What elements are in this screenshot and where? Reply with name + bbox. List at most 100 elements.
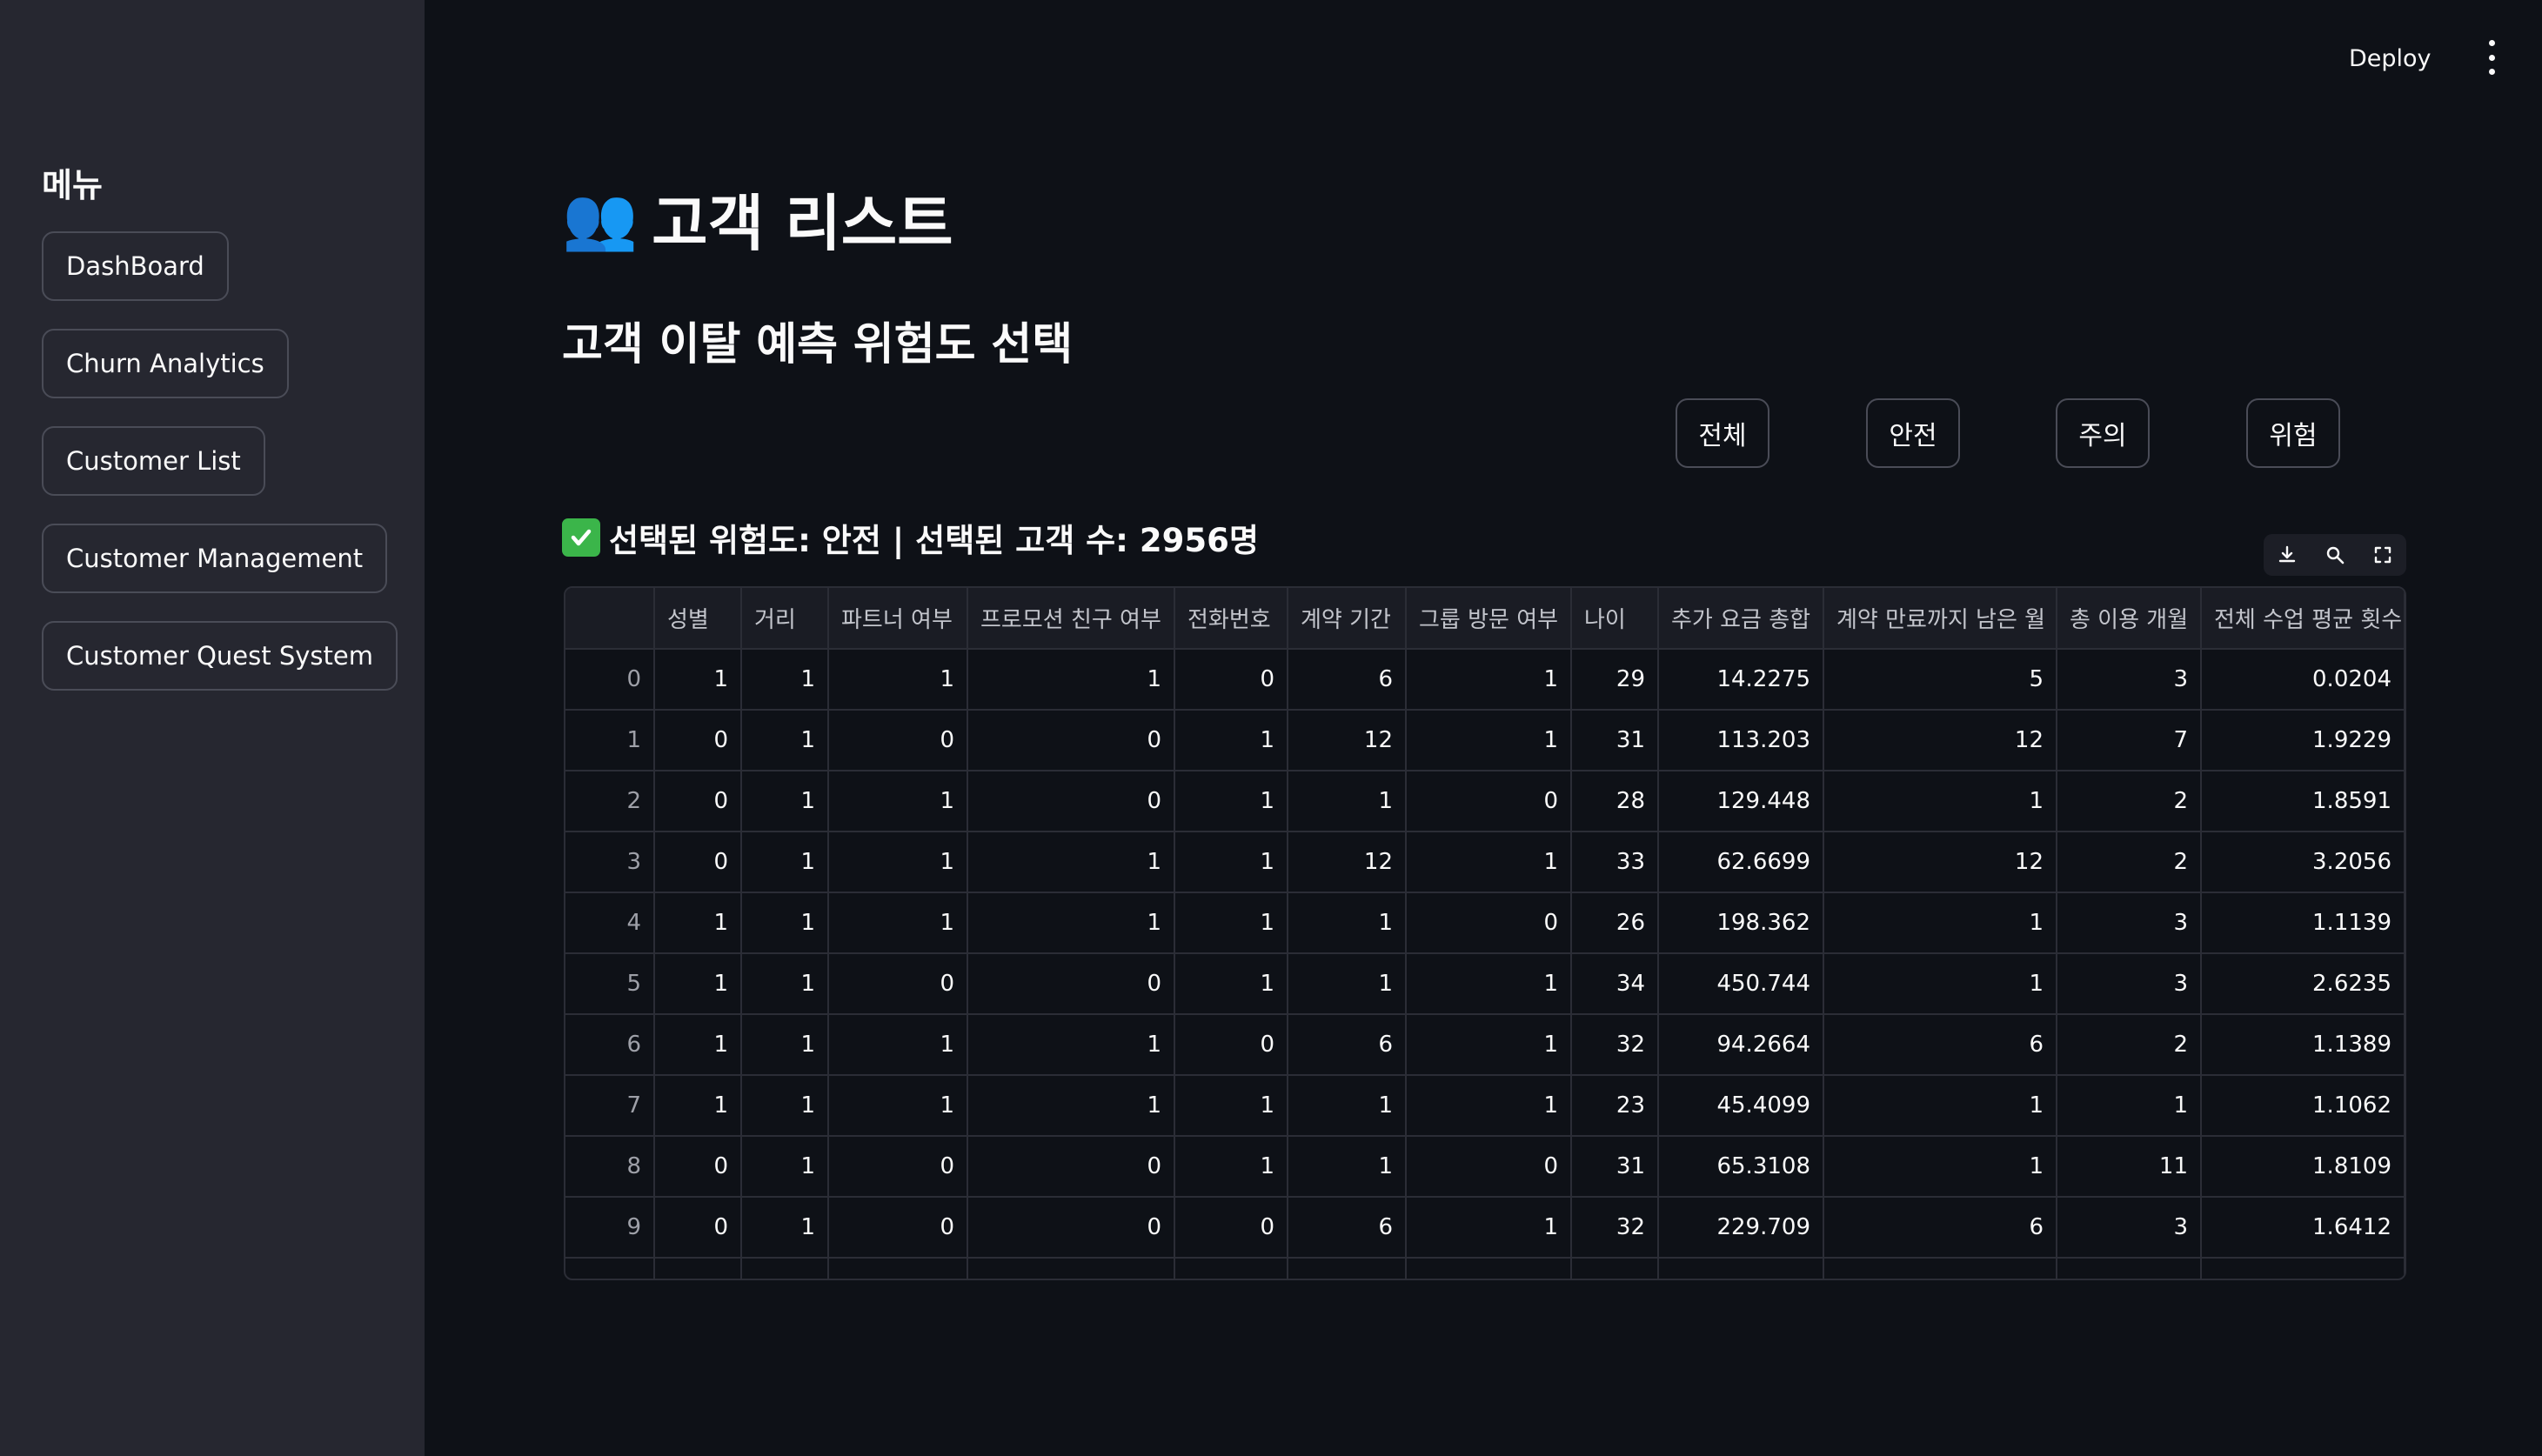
table-cell[interactable]: 0 xyxy=(967,710,1175,771)
table-cell[interactable]: 1 xyxy=(654,892,742,954)
table-cell[interactable]: 1 xyxy=(741,771,829,832)
table-cell[interactable]: 1.6412 xyxy=(2201,1197,2405,1259)
nav-button-dashboard[interactable]: DashBoard xyxy=(42,231,229,301)
table-cell[interactable]: 12 xyxy=(1288,710,1407,771)
row-index-cell[interactable]: 1 xyxy=(565,710,655,771)
table-cell[interactable]: 26 xyxy=(1571,892,1659,954)
risk-button-safe[interactable]: 안전 xyxy=(1866,398,1960,468)
column-header[interactable]: 파트너 여부 xyxy=(828,588,968,650)
table-cell[interactable]: 12 xyxy=(1288,832,1407,893)
table-cell[interactable]: 1 xyxy=(1406,1075,1572,1137)
table-cell[interactable]: 29 xyxy=(1571,649,1659,711)
table-cell[interactable]: 1 xyxy=(741,832,829,893)
table-cell[interactable]: 62.6699 xyxy=(1658,832,1824,893)
table-cell[interactable]: 1 xyxy=(1288,1136,1407,1198)
table-cell[interactable]: 1.8591 xyxy=(2201,771,2405,832)
row-index-cell[interactable]: 5 xyxy=(565,953,655,1015)
table-cell[interactable]: 0 xyxy=(1406,771,1572,832)
table-cell[interactable]: 3.2056 xyxy=(2201,832,2405,893)
table-cell[interactable]: 0.0204 xyxy=(2201,649,2405,711)
table-cell[interactable]: 1.9229 xyxy=(2201,710,2405,771)
table-cell[interactable]: 1 xyxy=(828,649,968,711)
table-cell[interactable]: 5 xyxy=(1823,649,2057,711)
nav-button-churn-analytics[interactable]: Churn Analytics xyxy=(42,329,289,398)
table-cell[interactable]: 0 xyxy=(1174,1197,1288,1259)
table-cell[interactable]: 1 xyxy=(1406,953,1572,1015)
table-cell[interactable]: 1 xyxy=(1406,832,1572,893)
column-header[interactable]: 거리 xyxy=(741,588,829,650)
table-cell[interactable]: 1 xyxy=(741,1075,829,1137)
row-index-cell[interactable]: 6 xyxy=(565,1014,655,1076)
table-cell[interactable]: 1 xyxy=(1823,953,2057,1015)
nav-button-customer-quest-system[interactable]: Customer Quest System xyxy=(42,621,398,691)
table-cell[interactable]: 1 xyxy=(1406,710,1572,771)
table-cell[interactable]: 0 xyxy=(828,710,968,771)
table-cell[interactable]: 1 xyxy=(967,1014,1175,1076)
table-cell[interactable]: 2.6235 xyxy=(2201,953,2405,1015)
table-cell[interactable]: 0 xyxy=(967,771,1175,832)
table-cell[interactable]: 3 xyxy=(2057,953,2202,1015)
table-cell[interactable]: 1 xyxy=(828,892,968,954)
table-cell[interactable]: 1 xyxy=(1174,1136,1288,1198)
table-cell[interactable]: 1 xyxy=(1288,771,1407,832)
table-cell[interactable]: 31 xyxy=(1571,710,1659,771)
risk-button-danger[interactable]: 위험 xyxy=(2246,398,2340,468)
table-cell[interactable]: 12 xyxy=(1823,832,2057,893)
nav-button-customer-list[interactable]: Customer List xyxy=(42,426,265,496)
table-cell[interactable]: 1 xyxy=(654,1075,742,1137)
column-header[interactable]: 전체 수업 평균 횟수 xyxy=(2201,588,2405,650)
column-header[interactable]: 추가 요금 총합 xyxy=(1658,588,1824,650)
table-cell[interactable]: 1 xyxy=(828,832,968,893)
customer-table[interactable]: 성별 거리 파트너 여부 프로모션 친구 여부 전화번호 계약 기간 그룹 방문… xyxy=(564,586,2406,1280)
table-cell[interactable]: 2 xyxy=(2057,1014,2202,1076)
table-cell[interactable]: 1 xyxy=(741,892,829,954)
table-cell[interactable]: 1 xyxy=(741,1014,829,1076)
table-cell[interactable]: 33 xyxy=(1571,832,1659,893)
row-index-cell[interactable]: 0 xyxy=(565,649,655,711)
table-cell[interactable]: 1 xyxy=(1174,710,1288,771)
table-cell[interactable]: 1 xyxy=(1174,892,1288,954)
table-cell[interactable]: 1.8109 xyxy=(2201,1136,2405,1198)
risk-button-all[interactable]: 전체 xyxy=(1676,398,1769,468)
table-cell[interactable]: 0 xyxy=(1174,649,1288,711)
table-cell[interactable]: 1 xyxy=(828,771,968,832)
table-cell[interactable]: 0 xyxy=(654,771,742,832)
kebab-menu-icon[interactable] xyxy=(2483,40,2500,75)
table-cell[interactable]: 3 xyxy=(2057,1197,2202,1259)
table-cell[interactable]: 0 xyxy=(828,953,968,1015)
table-cell[interactable]: 1 xyxy=(741,710,829,771)
table-cell[interactable]: 6 xyxy=(1823,1197,2057,1259)
risk-button-caution[interactable]: 주의 xyxy=(2056,398,2150,468)
row-index-cell[interactable]: 3 xyxy=(565,832,655,893)
table-cell[interactable]: 32 xyxy=(1571,1014,1659,1076)
table-cell[interactable]: 1 xyxy=(1288,892,1407,954)
column-header[interactable]: 전화번호 xyxy=(1174,588,1288,650)
row-index-cell[interactable]: 2 xyxy=(565,771,655,832)
table-cell[interactable]: 1.1062 xyxy=(2201,1075,2405,1137)
table-cell[interactable]: 7 xyxy=(2057,710,2202,771)
table-cell[interactable]: 113.203 xyxy=(1658,710,1824,771)
table-cell[interactable]: 0 xyxy=(1406,892,1572,954)
table-cell[interactable]: 6 xyxy=(1288,1197,1407,1259)
nav-button-customer-management[interactable]: Customer Management xyxy=(42,524,388,593)
table-cell[interactable]: 6 xyxy=(1823,1014,2057,1076)
table-cell[interactable]: 1 xyxy=(741,1136,829,1198)
row-index-cell[interactable]: 9 xyxy=(565,1197,655,1259)
row-index-cell[interactable]: 8 xyxy=(565,1136,655,1198)
table-cell[interactable]: 1 xyxy=(2057,1075,2202,1137)
table-cell[interactable]: 2 xyxy=(2057,771,2202,832)
table-cell[interactable]: 31 xyxy=(1571,1136,1659,1198)
table-cell[interactable]: 14.2275 xyxy=(1658,649,1824,711)
table-cell[interactable]: 0 xyxy=(654,832,742,893)
table-cell[interactable]: 229.709 xyxy=(1658,1197,1824,1259)
table-cell[interactable]: 0 xyxy=(967,1197,1175,1259)
table-cell[interactable]: 1 xyxy=(741,1197,829,1259)
row-index-cell[interactable]: 7 xyxy=(565,1075,655,1137)
column-header[interactable]: 프로모션 친구 여부 xyxy=(967,588,1175,650)
column-header[interactable] xyxy=(565,588,655,650)
table-cell[interactable]: 1 xyxy=(1823,892,2057,954)
table-cell[interactable]: 0 xyxy=(828,1197,968,1259)
table-cell[interactable]: 1 xyxy=(1174,832,1288,893)
table-cell[interactable]: 1 xyxy=(828,1075,968,1137)
search-icon[interactable] xyxy=(2322,542,2348,568)
